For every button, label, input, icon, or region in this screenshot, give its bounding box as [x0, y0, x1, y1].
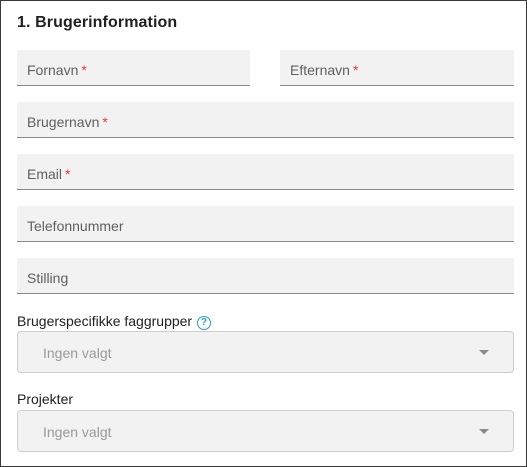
user-info-panel: 1. Brugerinformation Fornavn * Efternavn *… [0, 0, 527, 467]
email-label: Email * [27, 166, 71, 182]
position-label: Stilling [27, 270, 69, 286]
last-name-label: Efternavn * [290, 62, 359, 78]
username-label: Brugernavn * [27, 114, 108, 130]
faggrupper-selected-value: Ingen valgt [43, 345, 112, 361]
required-marker: * [65, 166, 71, 182]
first-name-field[interactable]: Fornavn * [17, 50, 250, 86]
chevron-down-icon [479, 350, 489, 355]
phone-label: Telefonnummer [27, 218, 124, 234]
required-marker: * [81, 62, 87, 78]
projekter-label: Projekter [17, 391, 74, 407]
projekter-select[interactable]: Ingen valgt [17, 410, 514, 452]
faggrupper-label: Brugerspecifikke faggrupper? [17, 313, 212, 330]
last-name-field[interactable]: Efternavn * [280, 50, 514, 86]
help-icon[interactable]: ? [197, 316, 212, 330]
faggrupper-select[interactable]: Ingen valgt [17, 331, 514, 373]
email-field[interactable]: Email * [17, 154, 514, 190]
username-field[interactable]: Brugernavn * [17, 102, 514, 138]
position-field[interactable]: Stilling [17, 258, 514, 294]
phone-field[interactable]: Telefonnummer [17, 206, 514, 242]
chevron-down-icon [479, 429, 489, 434]
required-marker: * [102, 114, 108, 130]
section-title: 1. Brugerinformation [17, 14, 178, 31]
first-name-label: Fornavn * [27, 62, 87, 78]
required-marker: * [352, 62, 359, 78]
projekter-selected-value: Ingen valgt [43, 424, 112, 440]
